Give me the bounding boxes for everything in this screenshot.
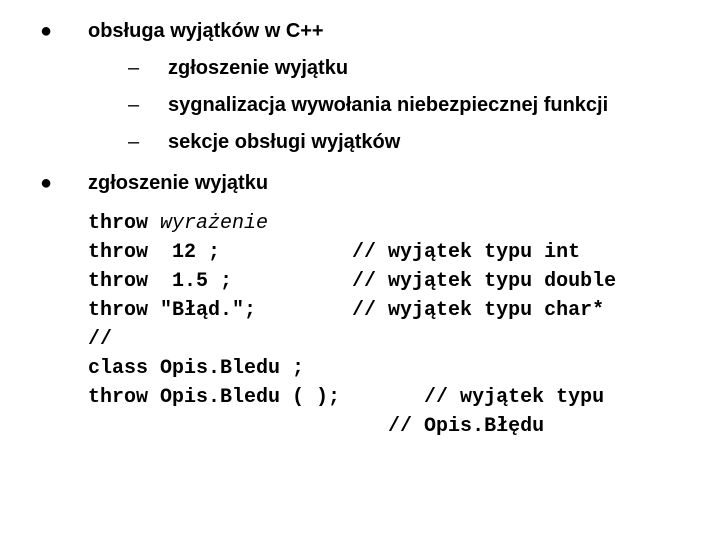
dash-marker: –: [128, 131, 168, 154]
sub-item: – zgłoszenie wyjątku: [128, 57, 700, 80]
code-line: throw wyrażenie: [88, 212, 268, 235]
bullet-item: ● obsługa wyjątków w C++: [40, 20, 700, 43]
code-kw: throw: [88, 212, 160, 235]
code-line: throw 12 ; // wyjątek typu int: [88, 241, 580, 264]
sub-text: zgłoszenie wyjątku: [168, 57, 348, 80]
page: ● obsługa wyjątków w C++ – zgłoszenie wy…: [0, 0, 720, 461]
sub-text: sekcje obsługi wyjątków: [168, 131, 400, 154]
bullet-text: obsługa wyjątków w C++: [88, 20, 324, 43]
code-line: throw Opis.Bledu ( ); // wyjątek typu: [88, 386, 604, 409]
bullet-item: ● zgłoszenie wyjątku: [40, 172, 700, 195]
code-line: class Opis.Bledu ;: [88, 357, 304, 380]
dash-marker: –: [128, 94, 168, 117]
bullet-text: zgłoszenie wyjątku: [88, 172, 268, 195]
bullet-marker: ●: [40, 172, 88, 195]
code-block: throw wyrażenie throw 12 ; // wyjątek ty…: [88, 209, 700, 441]
code-line: throw "Błąd."; // wyjątek typu char*: [88, 299, 604, 322]
code-line: throw 1.5 ; // wyjątek typu double: [88, 270, 616, 293]
dash-marker: –: [128, 57, 168, 80]
code-line: // Opis.Błędu: [88, 415, 544, 438]
sub-item: – sekcje obsługi wyjątków: [128, 131, 700, 154]
bullet-marker: ●: [40, 20, 88, 43]
code-line: //: [88, 328, 112, 351]
sub-list: – zgłoszenie wyjątku – sygnalizacja wywo…: [128, 57, 700, 154]
sub-text: sygnalizacja wywołania niebezpiecznej fu…: [168, 94, 608, 117]
code-italic: wyrażenie: [160, 212, 268, 235]
sub-item: – sygnalizacja wywołania niebezpiecznej …: [128, 94, 700, 117]
